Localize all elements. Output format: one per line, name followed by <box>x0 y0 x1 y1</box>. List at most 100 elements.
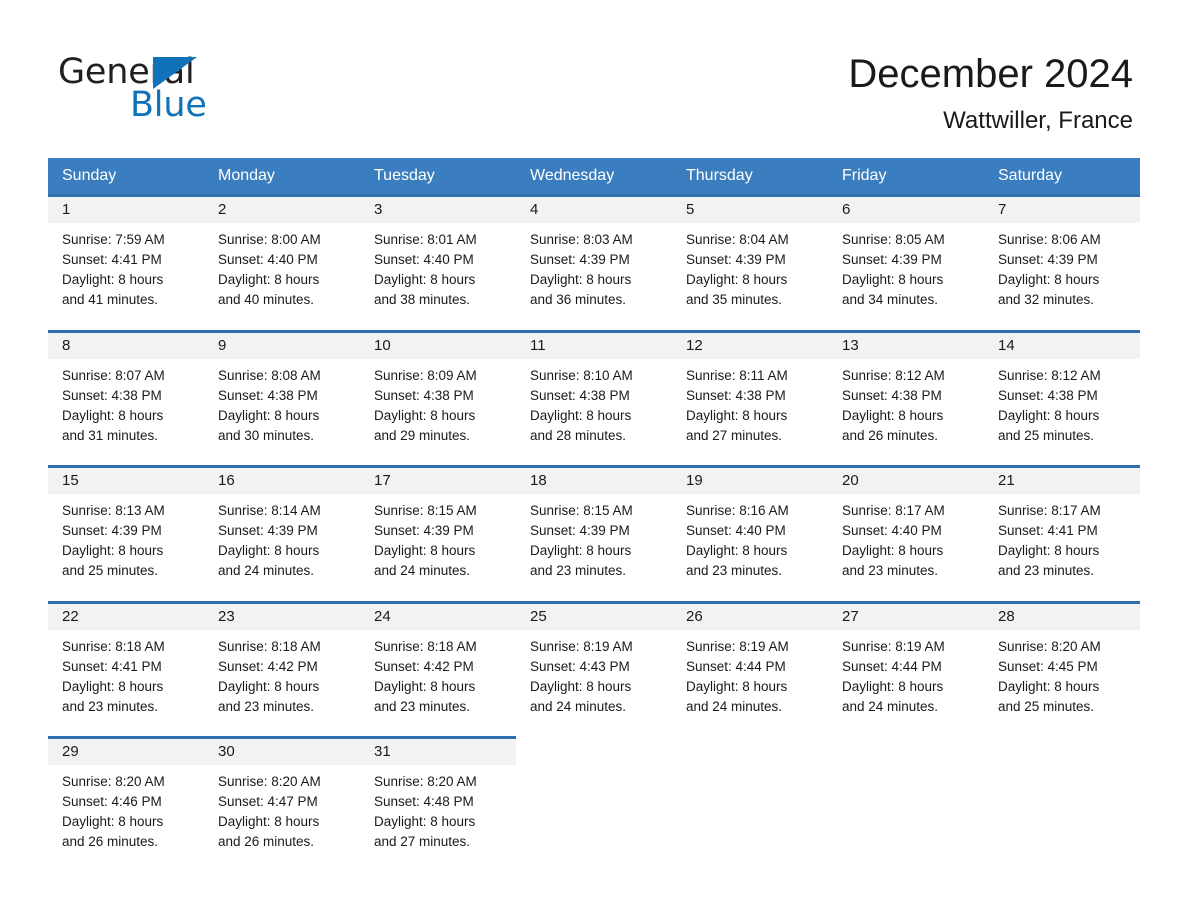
day-sun-info: Sunrise: 8:08 AM Sunset: 4:38 PM Dayligh… <box>218 367 321 443</box>
day-number: 3 <box>360 197 516 223</box>
title-block: December 2024 Wattwiller, France <box>848 50 1133 136</box>
day-number: 28 <box>984 603 1140 630</box>
day-number: 19 <box>672 468 828 494</box>
day-cell[interactable]: 7 Sunrise: 8:06 AM Sunset: 4:39 PM Daylig… <box>984 194 1140 316</box>
day-number: 8 <box>48 332 204 359</box>
day-sun-info: Sunrise: 8:19 AM Sunset: 4:43 PM Dayligh… <box>530 638 633 714</box>
weekday-header-saturday: Saturday <box>984 158 1140 196</box>
day-cell[interactable]: 15 Sunrise: 8:13 AM Sunset: 4:39 PM Dayli… <box>48 465 204 587</box>
day-number: 20 <box>828 468 984 494</box>
day-cell[interactable]: 24 Sunrise: 8:18 AM Sunset: 4:42 PM Dayli… <box>360 600 516 722</box>
day-cell[interactable]: 26 Sunrise: 8:19 AM Sunset: 4:44 PM Dayli… <box>672 600 828 722</box>
day-cell[interactable]: 20 Sunrise: 8:17 AM Sunset: 4:40 PM Dayli… <box>828 465 984 587</box>
day-cell[interactable]: 2 Sunrise: 8:00 AM Sunset: 4:40 PM Daylig… <box>204 194 360 316</box>
day-number: 26 <box>672 603 828 630</box>
day-cell[interactable]: 23 Sunrise: 8:18 AM Sunset: 4:42 PM Dayli… <box>204 600 360 722</box>
day-cell-empty <box>672 736 828 858</box>
day-cell[interactable]: 12 Sunrise: 8:11 AM Sunset: 4:38 PM Dayli… <box>672 329 828 451</box>
day-sun-info: Sunrise: 8:03 AM Sunset: 4:39 PM Dayligh… <box>530 232 633 307</box>
day-sun-info <box>828 765 984 772</box>
day-sun-info: Sunrise: 8:15 AM Sunset: 4:39 PM Dayligh… <box>530 503 633 578</box>
week-spacer <box>48 722 1140 738</box>
day-sun-info: Sunrise: 8:20 AM Sunset: 4:46 PM Dayligh… <box>62 774 165 849</box>
day-cell[interactable]: 6 Sunrise: 8:05 AM Sunset: 4:39 PM Daylig… <box>828 194 984 316</box>
day-number: 24 <box>360 603 516 630</box>
day-number: 15 <box>48 468 204 494</box>
day-cell[interactable]: 29 Sunrise: 8:20 AM Sunset: 4:46 PM Dayli… <box>48 736 204 858</box>
weekday-header-friday: Friday <box>828 158 984 196</box>
week-spacer-cell <box>48 586 1140 602</box>
day-number <box>672 739 828 765</box>
calendar-week-row: 15 Sunrise: 8:13 AM Sunset: 4:39 PM Dayli… <box>48 465 1140 587</box>
day-number: 27 <box>828 603 984 630</box>
day-cell[interactable]: 8 Sunrise: 8:07 AM Sunset: 4:38 PM Daylig… <box>48 329 204 451</box>
general-blue-logo[interactable]: General Blue <box>58 52 278 128</box>
day-number <box>984 739 1140 765</box>
day-number: 25 <box>516 603 672 630</box>
weekday-header-wednesday: Wednesday <box>516 158 672 196</box>
weekday-header-thursday: Thursday <box>672 158 828 196</box>
day-cell[interactable]: 13 Sunrise: 8:12 AM Sunset: 4:38 PM Dayli… <box>828 329 984 451</box>
week-spacer-cell <box>48 451 1140 467</box>
day-cell[interactable]: 10 Sunrise: 8:09 AM Sunset: 4:38 PM Dayli… <box>360 329 516 451</box>
day-number: 5 <box>672 197 828 223</box>
day-sun-info: Sunrise: 8:12 AM Sunset: 4:38 PM Dayligh… <box>998 367 1101 443</box>
day-sun-info: Sunrise: 8:20 AM Sunset: 4:47 PM Dayligh… <box>218 774 321 849</box>
day-cell[interactable]: 4 Sunrise: 8:03 AM Sunset: 4:39 PM Daylig… <box>516 194 672 316</box>
day-sun-info: Sunrise: 8:01 AM Sunset: 4:40 PM Dayligh… <box>374 232 477 307</box>
day-number: 17 <box>360 468 516 494</box>
day-cell[interactable]: 5 Sunrise: 8:04 AM Sunset: 4:39 PM Daylig… <box>672 194 828 316</box>
calendar-week-row: 29 Sunrise: 8:20 AM Sunset: 4:46 PM Dayli… <box>48 736 1140 858</box>
day-cell[interactable]: 1 Sunrise: 7:59 AM Sunset: 4:41 PM Daylig… <box>48 194 204 316</box>
day-sun-info: Sunrise: 8:20 AM Sunset: 4:48 PM Dayligh… <box>374 774 477 849</box>
day-sun-info: Sunrise: 8:12 AM Sunset: 4:38 PM Dayligh… <box>842 367 945 443</box>
day-sun-info: Sunrise: 8:18 AM Sunset: 4:41 PM Dayligh… <box>62 638 165 714</box>
day-cell[interactable]: 18 Sunrise: 8:15 AM Sunset: 4:39 PM Dayli… <box>516 465 672 587</box>
day-sun-info: Sunrise: 8:18 AM Sunset: 4:42 PM Dayligh… <box>374 638 477 714</box>
day-sun-info: Sunrise: 8:16 AM Sunset: 4:40 PM Dayligh… <box>686 503 789 578</box>
day-cell[interactable]: 11 Sunrise: 8:10 AM Sunset: 4:38 PM Dayli… <box>516 329 672 451</box>
page-title: December 2024 <box>848 52 1133 96</box>
day-number: 23 <box>204 603 360 630</box>
day-cell[interactable]: 31 Sunrise: 8:20 AM Sunset: 4:48 PM Dayli… <box>360 736 516 858</box>
day-cell[interactable]: 28 Sunrise: 8:20 AM Sunset: 4:45 PM Dayli… <box>984 600 1140 722</box>
day-sun-info: Sunrise: 8:05 AM Sunset: 4:39 PM Dayligh… <box>842 232 945 307</box>
week-spacer <box>48 315 1140 331</box>
day-sun-info: Sunrise: 8:11 AM Sunset: 4:38 PM Dayligh… <box>686 367 788 443</box>
day-number: 7 <box>984 197 1140 223</box>
day-cell[interactable]: 16 Sunrise: 8:14 AM Sunset: 4:39 PM Dayli… <box>204 465 360 587</box>
day-sun-info: Sunrise: 8:19 AM Sunset: 4:44 PM Dayligh… <box>686 638 789 714</box>
day-sun-info: Sunrise: 8:00 AM Sunset: 4:40 PM Dayligh… <box>218 232 321 307</box>
day-sun-info: Sunrise: 7:59 AM Sunset: 4:41 PM Dayligh… <box>62 232 165 307</box>
weekday-header-monday: Monday <box>204 158 360 196</box>
day-cell[interactable]: 3 Sunrise: 8:01 AM Sunset: 4:40 PM Daylig… <box>360 194 516 316</box>
day-cell[interactable]: 17 Sunrise: 8:15 AM Sunset: 4:39 PM Dayli… <box>360 465 516 587</box>
calendar-week-row: 8 Sunrise: 8:07 AM Sunset: 4:38 PM Daylig… <box>48 329 1140 451</box>
day-cell[interactable]: 30 Sunrise: 8:20 AM Sunset: 4:47 PM Dayli… <box>204 736 360 858</box>
day-cell[interactable]: 9 Sunrise: 8:08 AM Sunset: 4:38 PM Daylig… <box>204 329 360 451</box>
day-number <box>828 739 984 765</box>
day-sun-info <box>516 765 672 772</box>
day-cell[interactable]: 21 Sunrise: 8:17 AM Sunset: 4:41 PM Dayli… <box>984 465 1140 587</box>
page-header: General Blue December 2024 Wattwiller, F… <box>0 0 1188 158</box>
day-sun-info: Sunrise: 8:19 AM Sunset: 4:44 PM Dayligh… <box>842 638 945 714</box>
day-sun-info: Sunrise: 8:17 AM Sunset: 4:40 PM Dayligh… <box>842 503 945 578</box>
day-cell[interactable]: 22 Sunrise: 8:18 AM Sunset: 4:41 PM Dayli… <box>48 600 204 722</box>
day-number: 4 <box>516 197 672 223</box>
day-cell[interactable]: 19 Sunrise: 8:16 AM Sunset: 4:40 PM Dayli… <box>672 465 828 587</box>
day-cell[interactable]: 25 Sunrise: 8:19 AM Sunset: 4:43 PM Dayli… <box>516 600 672 722</box>
day-sun-info: Sunrise: 8:06 AM Sunset: 4:39 PM Dayligh… <box>998 232 1101 307</box>
day-sun-info: Sunrise: 8:14 AM Sunset: 4:39 PM Dayligh… <box>218 503 321 578</box>
day-number: 2 <box>204 197 360 223</box>
week-spacer <box>48 586 1140 602</box>
day-cell[interactable]: 27 Sunrise: 8:19 AM Sunset: 4:44 PM Dayli… <box>828 600 984 722</box>
calendar-body: 1 Sunrise: 7:59 AM Sunset: 4:41 PM Daylig… <box>48 194 1140 858</box>
day-number: 11 <box>516 332 672 359</box>
day-number: 30 <box>204 739 360 765</box>
day-sun-info: Sunrise: 8:15 AM Sunset: 4:39 PM Dayligh… <box>374 503 477 578</box>
page-subtitle-location: Wattwiller, France <box>943 107 1133 134</box>
day-number: 12 <box>672 332 828 359</box>
day-number: 10 <box>360 332 516 359</box>
day-cell[interactable]: 14 Sunrise: 8:12 AM Sunset: 4:38 PM Dayli… <box>984 329 1140 451</box>
day-sun-info: Sunrise: 8:07 AM Sunset: 4:38 PM Dayligh… <box>62 367 165 443</box>
